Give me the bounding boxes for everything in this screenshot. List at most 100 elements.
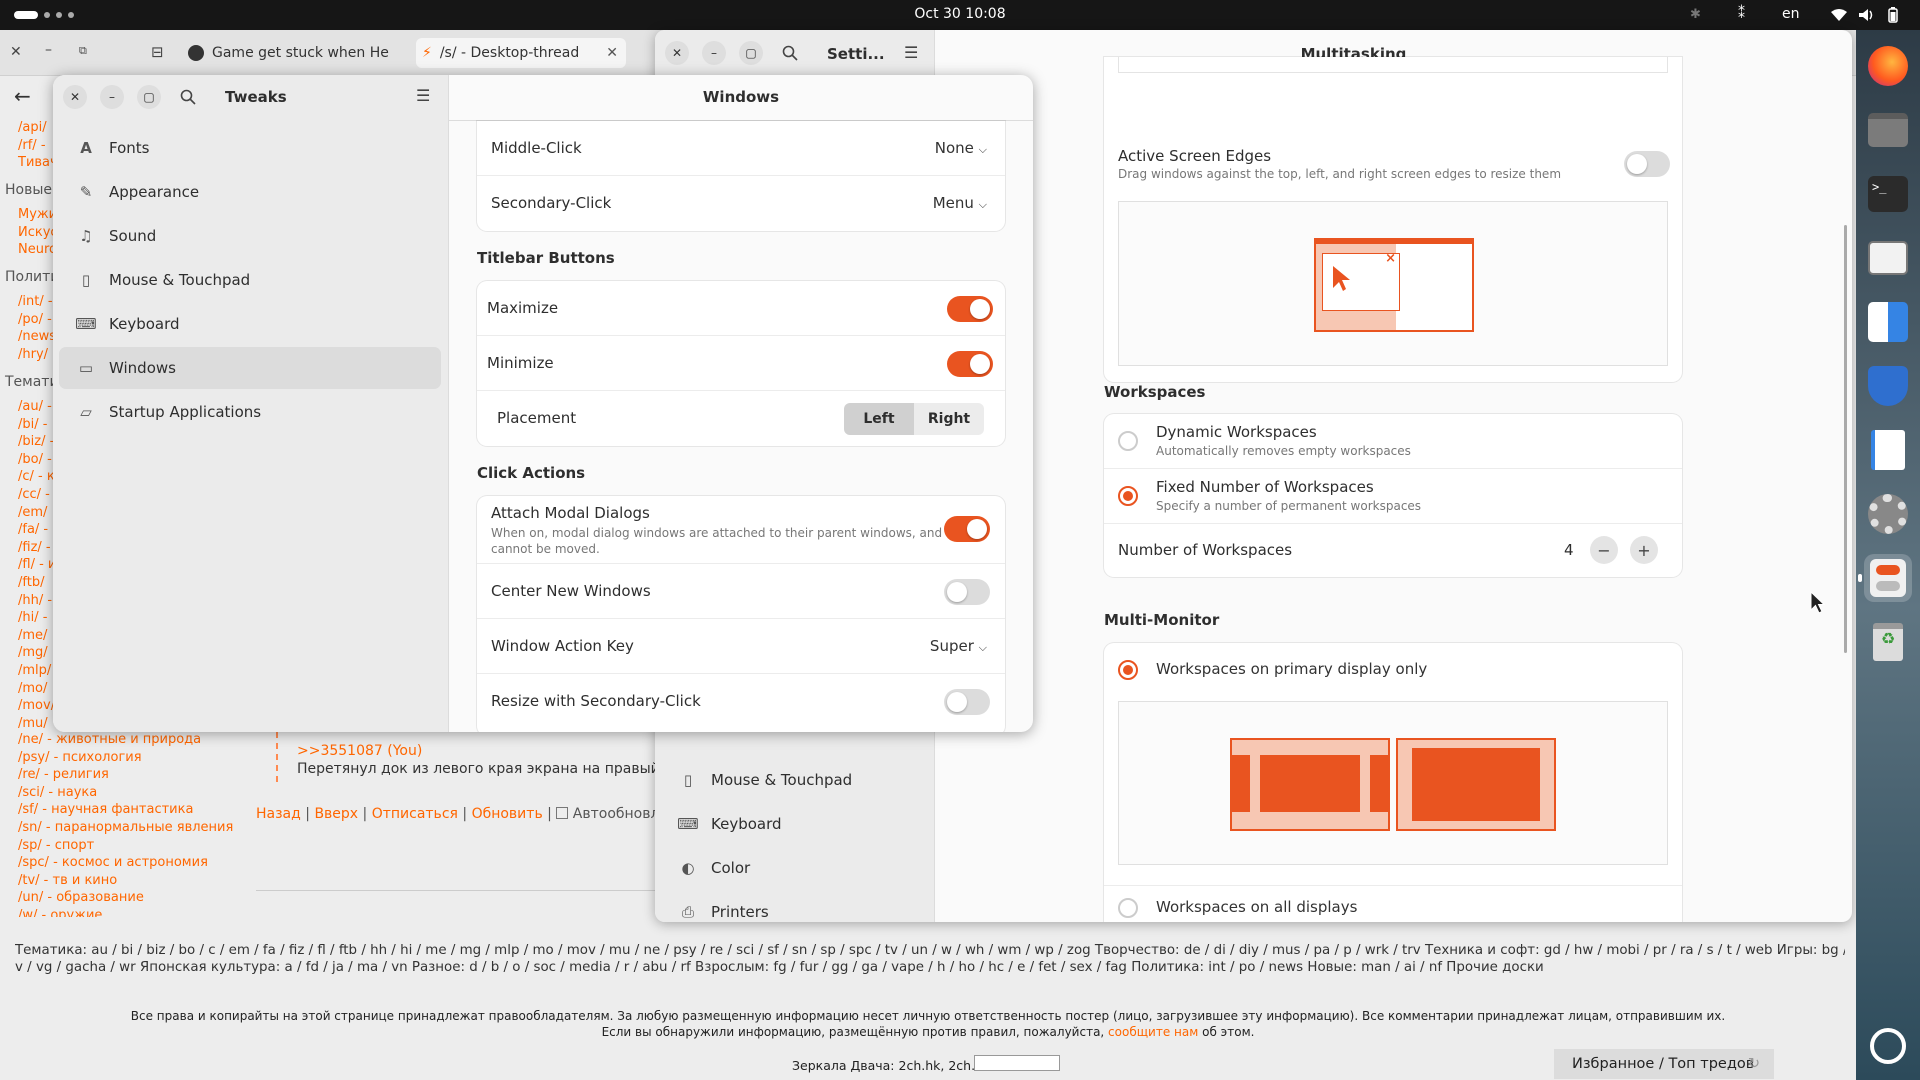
placement-left-button[interactable]: Left xyxy=(844,403,914,435)
board-link[interactable]: Neuro xyxy=(18,241,58,259)
sidebar-item-mouse[interactable]: ▯ Mouse & Touchpad xyxy=(59,259,441,301)
menu-icon[interactable]: ☰ xyxy=(904,43,918,62)
board-link[interactable]: /mlp/ xyxy=(18,662,56,680)
board-link[interactable]: /hry/ xyxy=(18,346,56,364)
sidebar-item-fonts[interactable]: A Fonts xyxy=(59,127,441,169)
sidebar-item-keyboard[interactable]: ⌨ Keyboard xyxy=(59,303,441,345)
board-link[interactable]: /sf/ - научная фантастика xyxy=(18,801,233,819)
maximize-icon[interactable]: ▢ xyxy=(137,85,161,109)
close-icon[interactable]: ✕ xyxy=(63,85,87,109)
board-link[interactable]: /un/ - образование xyxy=(18,889,233,907)
placement-right-button[interactable]: Right xyxy=(914,403,984,435)
board-link[interactable]: /c/ - к xyxy=(18,468,56,486)
browser-tab[interactable]: Game get stuck when He xyxy=(188,38,406,68)
board-link[interactable]: /au/ - xyxy=(18,398,56,416)
volume-icon[interactable] xyxy=(1858,8,1874,22)
restore-icon[interactable]: ⧉ xyxy=(79,44,87,58)
sidebar-item-windows[interactable]: ▭ Windows xyxy=(59,347,441,389)
board-link[interactable]: /ne/ - животные и природа xyxy=(18,731,233,749)
board-link[interactable]: /cc/ - xyxy=(18,486,56,504)
board-link[interactable]: /mo/ xyxy=(18,680,56,698)
board-link[interactable]: /sci/ - наука xyxy=(18,784,233,802)
board-link[interactable]: /bo/ - xyxy=(18,451,56,469)
action-key-dropdown[interactable]: Super ⌵ xyxy=(930,637,987,655)
board-link[interactable]: /psy/ - психология xyxy=(18,749,233,767)
nav-up-link[interactable]: Вверх xyxy=(314,806,358,822)
nav-back-link[interactable]: Назад xyxy=(256,806,301,822)
all-displays-label[interactable]: Workspaces on all displays xyxy=(1156,898,1357,916)
primary-only-label[interactable]: Workspaces on primary display only xyxy=(1156,660,1427,678)
footer-boards-line1[interactable]: Тематика: au / bi / biz / bo / c / em / … xyxy=(15,943,1845,958)
shield-icon[interactable] xyxy=(1864,362,1912,410)
tweaks-icon[interactable] xyxy=(1864,554,1912,602)
search-icon[interactable] xyxy=(180,89,196,105)
board-link[interactable]: /spc/ - космос и астрономия xyxy=(18,854,233,872)
fixed-workspaces-row[interactable]: Fixed Number of Workspaces Specify a num… xyxy=(1104,469,1682,524)
dynamic-radio[interactable] xyxy=(1118,431,1138,451)
back-arrow-icon[interactable]: ← xyxy=(14,84,31,108)
system-monitor-icon[interactable] xyxy=(1864,234,1912,282)
character-map-icon[interactable] xyxy=(1864,298,1912,346)
text-editor-icon[interactable] xyxy=(1864,426,1912,474)
favorites-button[interactable]: Избранное / Топ тредов ↻ xyxy=(1554,1049,1774,1079)
files-icon[interactable] xyxy=(1864,106,1912,154)
secondary-click-dropdown[interactable]: Menu ⌵ xyxy=(933,194,987,212)
minimize-toggle[interactable] xyxy=(947,351,993,377)
action-key-row[interactable]: Window Action Key Super ⌵ xyxy=(477,619,1005,674)
browser-tab-active[interactable]: ⚡ /s/ - Desktop-thread ✕ xyxy=(416,38,626,68)
bluetooth-icon[interactable]: ✱ xyxy=(1690,7,1701,22)
sidebar-item-startup[interactable]: ▱ Startup Applications xyxy=(59,391,441,433)
board-link[interactable]: /hh/ - xyxy=(18,592,56,610)
board-link[interactable]: /mu/ xyxy=(18,715,56,733)
resize-secondary-toggle[interactable] xyxy=(944,689,990,715)
language-indicator[interactable]: en xyxy=(1782,6,1800,22)
terminal-icon[interactable]: >_ xyxy=(1864,170,1912,218)
increment-button[interactable]: + xyxy=(1630,536,1658,564)
fixed-radio[interactable] xyxy=(1118,486,1138,506)
board-link[interactable]: /sp/ - спорт xyxy=(18,837,233,855)
active-edges-toggle[interactable] xyxy=(1624,151,1670,177)
nav-unsubscribe-link[interactable]: Отписаться xyxy=(372,806,458,822)
sidebar-item-mouse[interactable]: ▯ Mouse & Touchpad xyxy=(661,759,931,801)
search-icon[interactable] xyxy=(782,45,798,61)
status-icon[interactable]: ⁑ xyxy=(1738,6,1745,22)
board-link[interactable]: /w/ - оружие xyxy=(18,907,233,917)
board-link[interactable]: /sn/ - паранормальные явления xyxy=(18,819,233,837)
center-new-toggle[interactable] xyxy=(944,579,990,605)
sidebar-item-keyboard[interactable]: ⌨ Keyboard xyxy=(661,803,931,845)
board-link[interactable]: /ftb/ xyxy=(18,574,56,592)
minimize-icon[interactable]: – xyxy=(45,42,52,58)
board-link[interactable]: /mov/ xyxy=(18,697,56,715)
attach-modal-toggle[interactable] xyxy=(944,516,990,542)
firefox-icon[interactable] xyxy=(1864,42,1912,90)
board-link[interactable]: /int/ - xyxy=(18,293,56,311)
clock[interactable]: Oct 30 10:08 xyxy=(0,6,1920,22)
wifi-icon[interactable] xyxy=(1830,8,1848,22)
auto-refresh-checkbox[interactable] xyxy=(556,807,569,819)
primary-only-radio[interactable] xyxy=(1118,660,1138,680)
middle-click-dropdown[interactable]: None ⌵ xyxy=(935,139,987,157)
board-link[interactable]: /mg/ xyxy=(18,644,56,662)
show-apps-icon[interactable] xyxy=(1864,1022,1912,1070)
board-link[interactable]: /biz/ - xyxy=(18,433,56,451)
maximize-icon[interactable]: ▢ xyxy=(739,41,763,65)
board-link[interactable]: Мужи xyxy=(18,206,58,224)
board-link[interactable]: /fiz/ - xyxy=(18,539,56,557)
board-link[interactable]: Искус xyxy=(18,224,58,242)
board-link[interactable]: /em/ xyxy=(18,504,56,522)
middle-click-row[interactable]: Middle-Click None ⌵ xyxy=(477,121,1005,176)
mirror-input[interactable] xyxy=(974,1055,1060,1071)
trash-icon[interactable]: ♻ xyxy=(1864,618,1912,666)
minimize-icon[interactable]: – xyxy=(100,85,124,109)
close-icon[interactable]: ✕ xyxy=(10,44,22,60)
board-link[interactable]: /re/ - религия xyxy=(18,766,233,784)
board-link[interactable]: /fl/ - и xyxy=(18,556,56,574)
battery-icon[interactable] xyxy=(1886,7,1900,23)
settings-gear-icon[interactable] xyxy=(1864,490,1912,538)
board-link[interactable]: /po/ - xyxy=(18,311,56,329)
sidebar-item-printers[interactable]: ⎙ Printers xyxy=(661,891,931,922)
post-reference[interactable]: >>3551087 (You) xyxy=(297,743,422,759)
number-workspaces-value[interactable]: 4 xyxy=(1564,541,1574,559)
all-displays-radio[interactable] xyxy=(1118,898,1138,918)
tab-close-icon[interactable]: ✕ xyxy=(606,45,618,61)
